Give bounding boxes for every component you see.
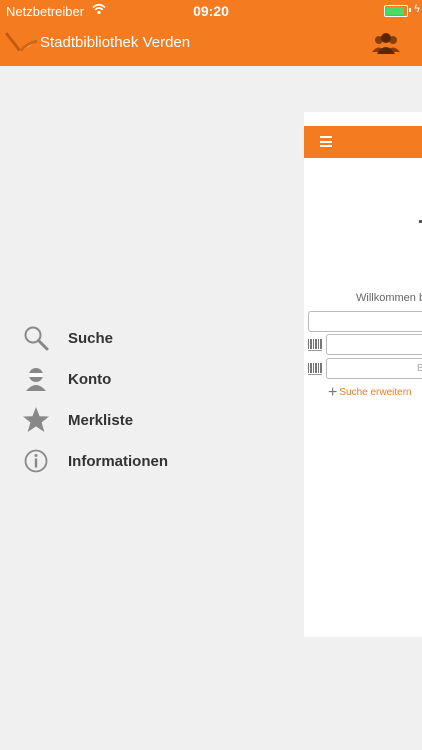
person-icon — [22, 365, 50, 393]
menu-item-merkliste[interactable]: Merkliste — [0, 400, 260, 441]
clock: 09:20 — [193, 3, 229, 19]
battery-icon — [384, 5, 408, 17]
info-icon — [22, 447, 50, 475]
field-placeholder: B — [417, 363, 422, 374]
content-panel[interactable]: Willkommen be B +Suche erweitern — [304, 112, 422, 637]
menu-item-label: Konto — [68, 371, 112, 388]
menu-item-label: Suche — [68, 330, 114, 347]
battery-tip — [409, 8, 411, 12]
barcode-icon[interactable] — [307, 362, 323, 376]
barcode-input[interactable] — [326, 334, 422, 355]
menu-item-label: Informationen — [68, 453, 168, 470]
star-icon — [22, 406, 50, 434]
menu-item-informationen[interactable]: Informationen — [0, 441, 260, 482]
status-bar: Netzbetreiber 09:20 ϟ — [0, 0, 422, 22]
menu-item-konto[interactable]: Konto — [0, 359, 260, 400]
users-icon[interactable] — [372, 30, 400, 56]
menu-item-label: Merkliste — [68, 412, 134, 429]
barcode-input-2[interactable]: B — [326, 358, 422, 379]
plus-icon: + — [328, 384, 338, 401]
expand-search-link[interactable]: + Suche erweitern — [328, 384, 412, 402]
search-icon — [22, 324, 50, 352]
hamburger-icon[interactable] — [320, 136, 332, 147]
expand-search-label: Suche erweitern — [339, 387, 412, 398]
app-title: Stadtbibliothek Verden — [40, 34, 191, 51]
welcome-text: Willkommen be — [356, 292, 422, 304]
charging-bolt-icon: ϟ — [414, 3, 420, 15]
search-input[interactable] — [308, 311, 422, 332]
content-header — [304, 126, 422, 158]
side-menu: Suche Konto Merkliste Informationen — [0, 318, 260, 482]
menu-item-suche[interactable]: Suche — [0, 318, 260, 359]
barcode-icon[interactable] — [307, 338, 323, 352]
book-logo-icon — [4, 29, 38, 60]
